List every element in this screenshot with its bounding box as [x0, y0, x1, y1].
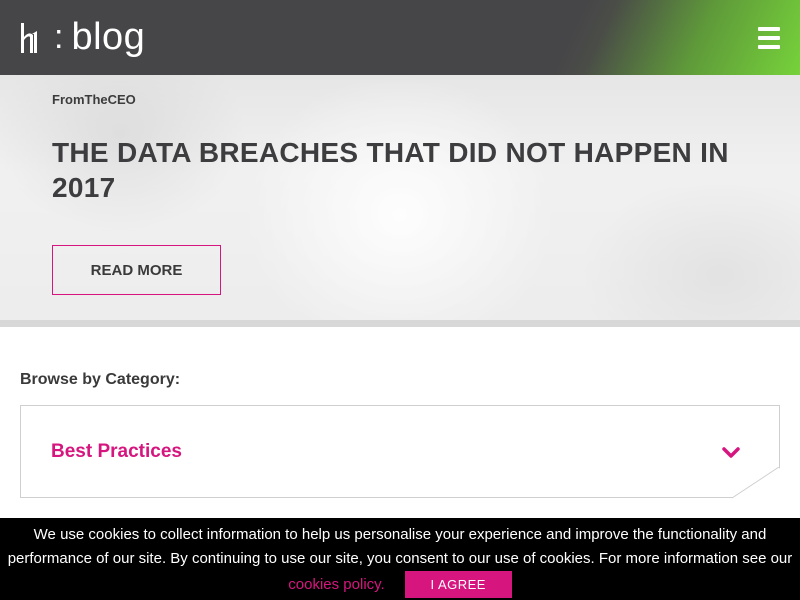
category-selected-value: Best Practices: [51, 441, 182, 462]
dropdown-corner-cut: [731, 467, 780, 499]
cookie-banner: We use cookies to collect information to…: [0, 518, 800, 600]
cookies-policy-link[interactable]: cookies policy.: [288, 573, 384, 597]
blog-logo[interactable]: : blog: [20, 18, 145, 58]
hero-banner: FromTheCEO THE DATA BREACHES THAT DID NO…: [0, 75, 800, 320]
hamburger-menu-icon[interactable]: [758, 26, 780, 49]
read-more-button[interactable]: READ MORE: [52, 245, 221, 295]
hero-divider: [0, 320, 800, 327]
hero-category-tag[interactable]: FromTheCEO: [52, 92, 136, 107]
cookie-actions: cookies policy. I AGREE: [0, 571, 800, 598]
chevron-down-icon: [722, 446, 740, 458]
hero-title[interactable]: THE DATA BREACHES THAT DID NOT HAPPEN IN…: [52, 135, 742, 205]
logo-text: blog: [71, 15, 146, 58]
h1-logo-icon: [20, 22, 40, 53]
agree-button[interactable]: I AGREE: [404, 571, 512, 598]
browse-category-label: Browse by Category:: [20, 371, 181, 388]
logo-colon: :: [54, 17, 64, 56]
category-dropdown[interactable]: Best Practices: [20, 405, 780, 498]
cookie-message: We use cookies to collect information to…: [7, 526, 793, 567]
site-header: : blog: [0, 0, 800, 75]
